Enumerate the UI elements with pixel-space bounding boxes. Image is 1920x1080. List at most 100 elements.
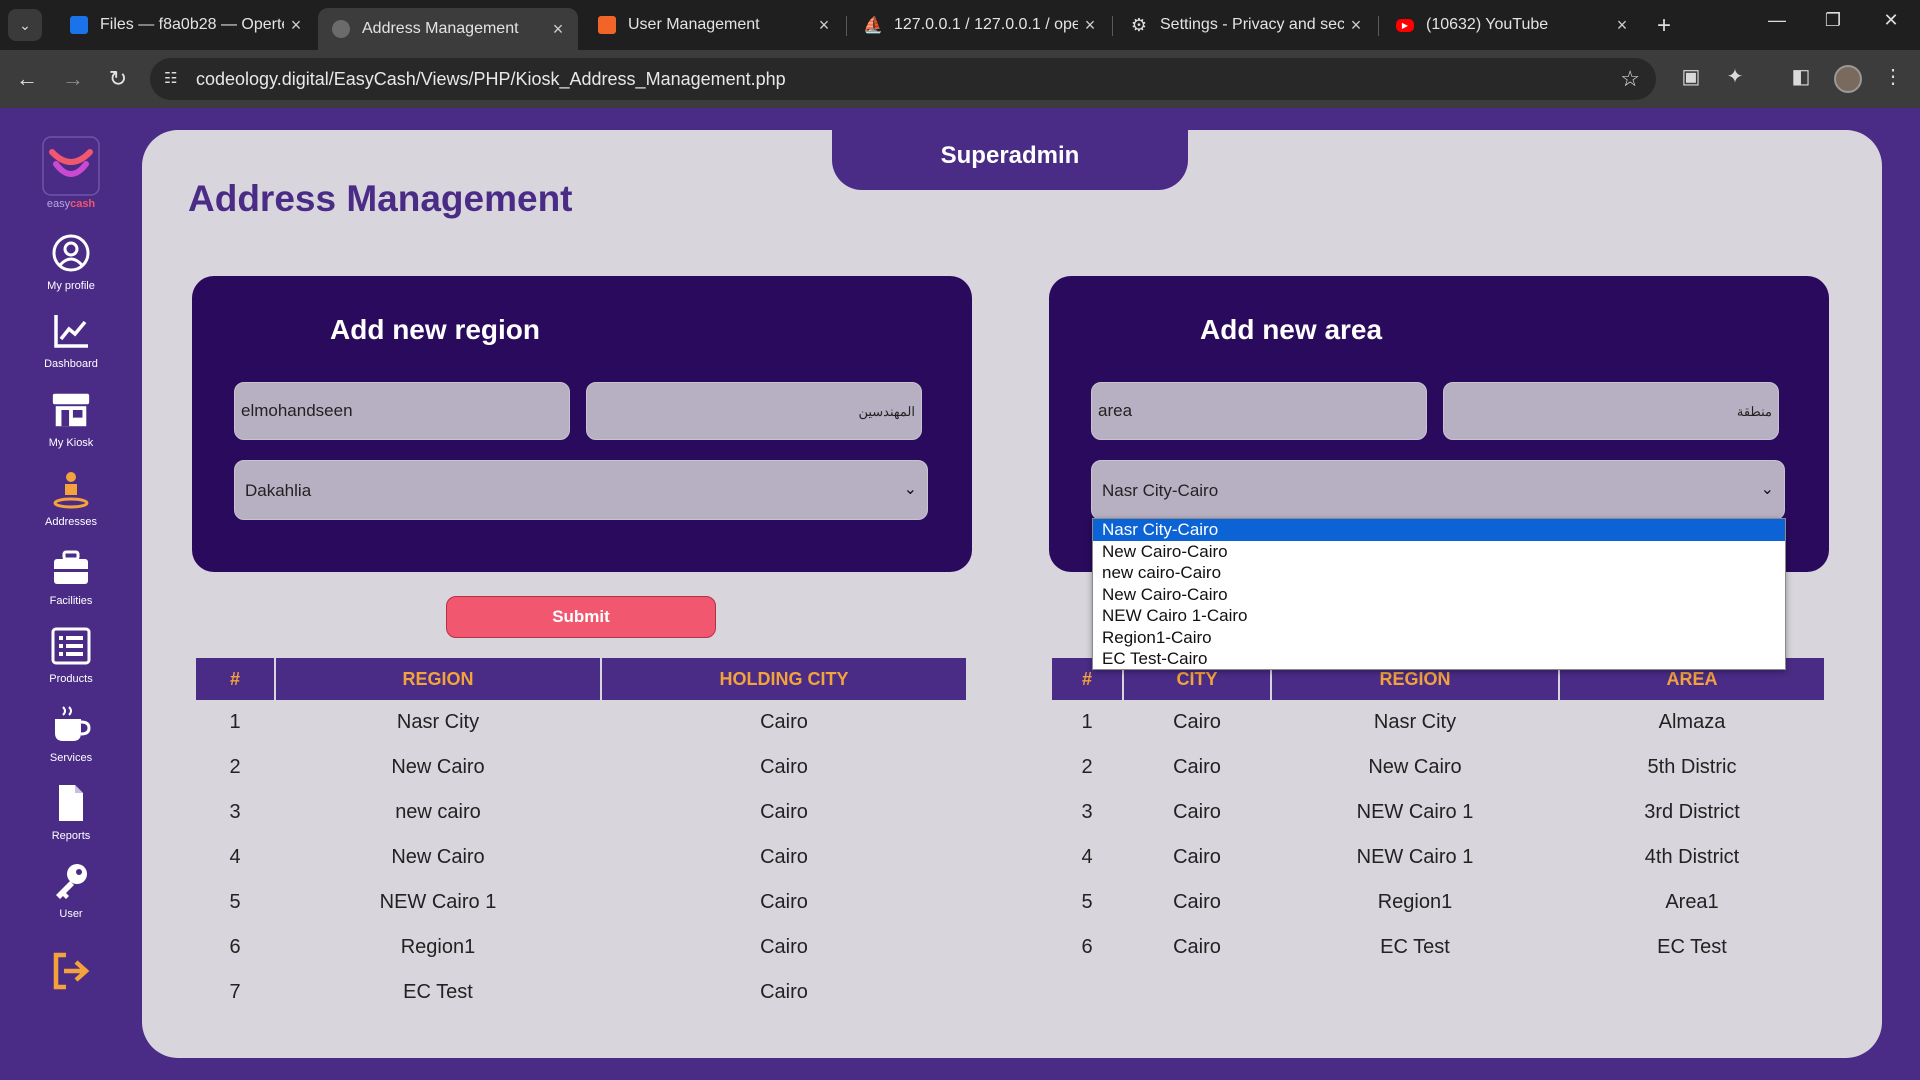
region-name-en-field[interactable]: elmohandseen (234, 382, 570, 440)
chart-line-icon (50, 310, 92, 352)
avatar[interactable] (1834, 65, 1862, 93)
column-header: HOLDING CITY (602, 658, 966, 700)
region-cell: new cairo (395, 801, 481, 823)
close-icon[interactable]: × (546, 19, 570, 40)
tab-settings[interactable]: ⚙ Settings - Privacy and secu × (1116, 7, 1376, 43)
city-cell: Cairo (760, 846, 808, 868)
row-number: 1 (229, 711, 241, 733)
close-icon[interactable]: × (284, 15, 308, 36)
city-select-value: Dakahlia (245, 481, 312, 500)
row-number: 3 (1081, 801, 1093, 823)
scrollbar[interactable] (1904, 108, 1920, 1080)
dropdown-option[interactable]: Nasr City-Cairo (1093, 519, 1785, 541)
sidebar-item-reports[interactable]: Reports (20, 782, 122, 854)
sidebar-item-label: User (59, 908, 83, 920)
region-name-ar-field[interactable]: المهندسين (586, 382, 922, 440)
area-cell: 4th District (1644, 846, 1740, 868)
region-cell: New Cairo (391, 756, 485, 778)
sidebar-item-services[interactable]: Services (20, 704, 122, 776)
store-icon (50, 389, 92, 431)
more-menu-icon[interactable]: ⋮ (1878, 64, 1908, 89)
logout-button[interactable] (20, 950, 122, 1022)
submit-button[interactable]: Submit (446, 596, 716, 638)
region-cell: EC Test (1380, 936, 1450, 958)
regions-table: # REGION HOLDING CITY 1 Nasr City Cairo 2 N… (194, 658, 968, 1015)
tab-phpmyadmin[interactable]: ⛵ 127.0.0.1 / 127.0.0.1 / oper × (850, 7, 1110, 43)
tab-search-button[interactable]: ⌄ (8, 9, 42, 41)
city-cell: Cairo (760, 711, 808, 733)
region-cell: NEW Cairo 1 (1356, 801, 1474, 823)
table-row: 3 new cairo Cairo (196, 790, 966, 835)
close-icon[interactable]: × (1610, 15, 1634, 36)
area-cell: Area1 (1665, 891, 1719, 913)
sidebar-item-my-kiosk[interactable]: My Kiosk (20, 389, 122, 461)
table-row: 4 Cairo NEW Cairo 1 4th District (1052, 835, 1824, 880)
tab-address-management[interactable]: Address Management × (318, 8, 578, 50)
browser-toolbar: ← → ↻ ☷ codeology.digital/EasyCash/Views… (0, 50, 1920, 108)
minimize-icon[interactable]: — (1762, 10, 1792, 31)
row-number: 4 (1081, 846, 1093, 868)
tab-separator (846, 16, 847, 36)
sidebar-item-products[interactable]: Products (20, 625, 122, 697)
screen-cast-icon[interactable]: ▣ (1676, 64, 1706, 89)
region-select-value: Nasr City-Cairo (1102, 481, 1219, 500)
dropdown-option[interactable]: new cairo-Cairo (1093, 562, 1785, 584)
gear-icon: ⚙ (1130, 14, 1148, 35)
file-icon (50, 782, 92, 824)
close-icon[interactable]: × (812, 15, 836, 36)
site-info-icon[interactable]: ☷ (164, 69, 177, 87)
dropdown-option[interactable]: New Cairo-Cairo (1093, 541, 1785, 563)
tab-user-management[interactable]: User Management × (584, 7, 844, 43)
table-row: 1 Nasr City Cairo (196, 700, 966, 745)
dropdown-option[interactable]: NEW Cairo 1-Cairo (1093, 605, 1785, 627)
new-tab-button[interactable]: + (1652, 12, 1676, 40)
logout-icon (50, 950, 92, 992)
city-select[interactable]: Dakahlia ⌄ (234, 460, 928, 520)
table-row: 5 NEW Cairo 1 Cairo (196, 880, 966, 925)
region-select[interactable]: Nasr City-Cairo ⌄ (1091, 460, 1785, 520)
role-badge: Superadmin (832, 128, 1188, 190)
region-cell: Nasr City (1373, 711, 1457, 733)
globe-icon (332, 20, 350, 38)
city-cell: Cairo (760, 891, 808, 913)
sidebar-item-my-profile[interactable]: My profile (20, 232, 122, 304)
side-panel-icon[interactable]: ◧ (1786, 64, 1816, 89)
area-name-ar-field[interactable]: منطقة (1443, 382, 1779, 440)
table-row: 6 Cairo EC Test EC Test (1052, 925, 1824, 970)
tab-youtube[interactable]: ▶ (10632) YouTube × (1382, 7, 1642, 43)
row-number: 6 (1081, 936, 1093, 958)
table-row: 2 New Cairo Cairo (196, 745, 966, 790)
bookmark-star-icon[interactable]: ☆ (1620, 66, 1640, 92)
sidebar-item-addresses[interactable]: Addresses (20, 468, 122, 540)
area-name-en-field[interactable]: area (1091, 382, 1427, 440)
address-bar[interactable]: ☷ codeology.digital/EasyCash/Views/PHP/K… (150, 58, 1656, 100)
add-region-panel: Add new region elmohandseen المهندسين Da… (192, 276, 972, 572)
sidebar-item-facilities[interactable]: Facilities (20, 547, 122, 619)
table-row: 5 Cairo Region1 Area1 (1052, 880, 1824, 925)
url-text[interactable]: codeology.digital/EasyCash/Views/PHP/Kio… (196, 69, 786, 90)
city-cell: Cairo (760, 756, 808, 778)
sidebar-item-dashboard[interactable]: Dashboard (20, 310, 122, 382)
forward-arrow-icon[interactable]: → (58, 66, 88, 92)
city-cell: Cairo (1173, 711, 1221, 733)
region-cell: New Cairo (1368, 756, 1462, 778)
close-icon[interactable]: × (1078, 15, 1102, 36)
browser-tab-bar: ⌄ Files — f8a0b28 — Operte × Address Man… (0, 0, 1920, 50)
area-cell: Almaza (1658, 711, 1726, 733)
row-number: 2 (229, 756, 241, 778)
tab-files[interactable]: Files — f8a0b28 — Operte × (56, 7, 316, 43)
youtube-icon: ▶ (1396, 18, 1414, 32)
reload-icon[interactable]: ↻ (103, 66, 133, 92)
dropdown-option[interactable]: Region1-Cairo (1093, 627, 1785, 649)
back-arrow-icon[interactable]: ← (12, 66, 42, 92)
dropdown-option[interactable]: EC Test-Cairo (1093, 648, 1785, 670)
extensions-icon[interactable]: ✦ (1720, 64, 1750, 89)
dropdown-option[interactable]: New Cairo-Cairo (1093, 584, 1785, 606)
sidebar-item-label: Reports (51, 830, 91, 842)
window-close-icon[interactable]: ✕ (1876, 10, 1906, 31)
sidebar-item-label: Dashboard (44, 358, 98, 370)
phpmyadmin-icon: ⛵ (863, 17, 883, 34)
sidebar-item-user[interactable]: User (20, 860, 122, 932)
close-icon[interactable]: × (1344, 15, 1368, 36)
restore-icon[interactable]: ❐ (1818, 10, 1848, 31)
